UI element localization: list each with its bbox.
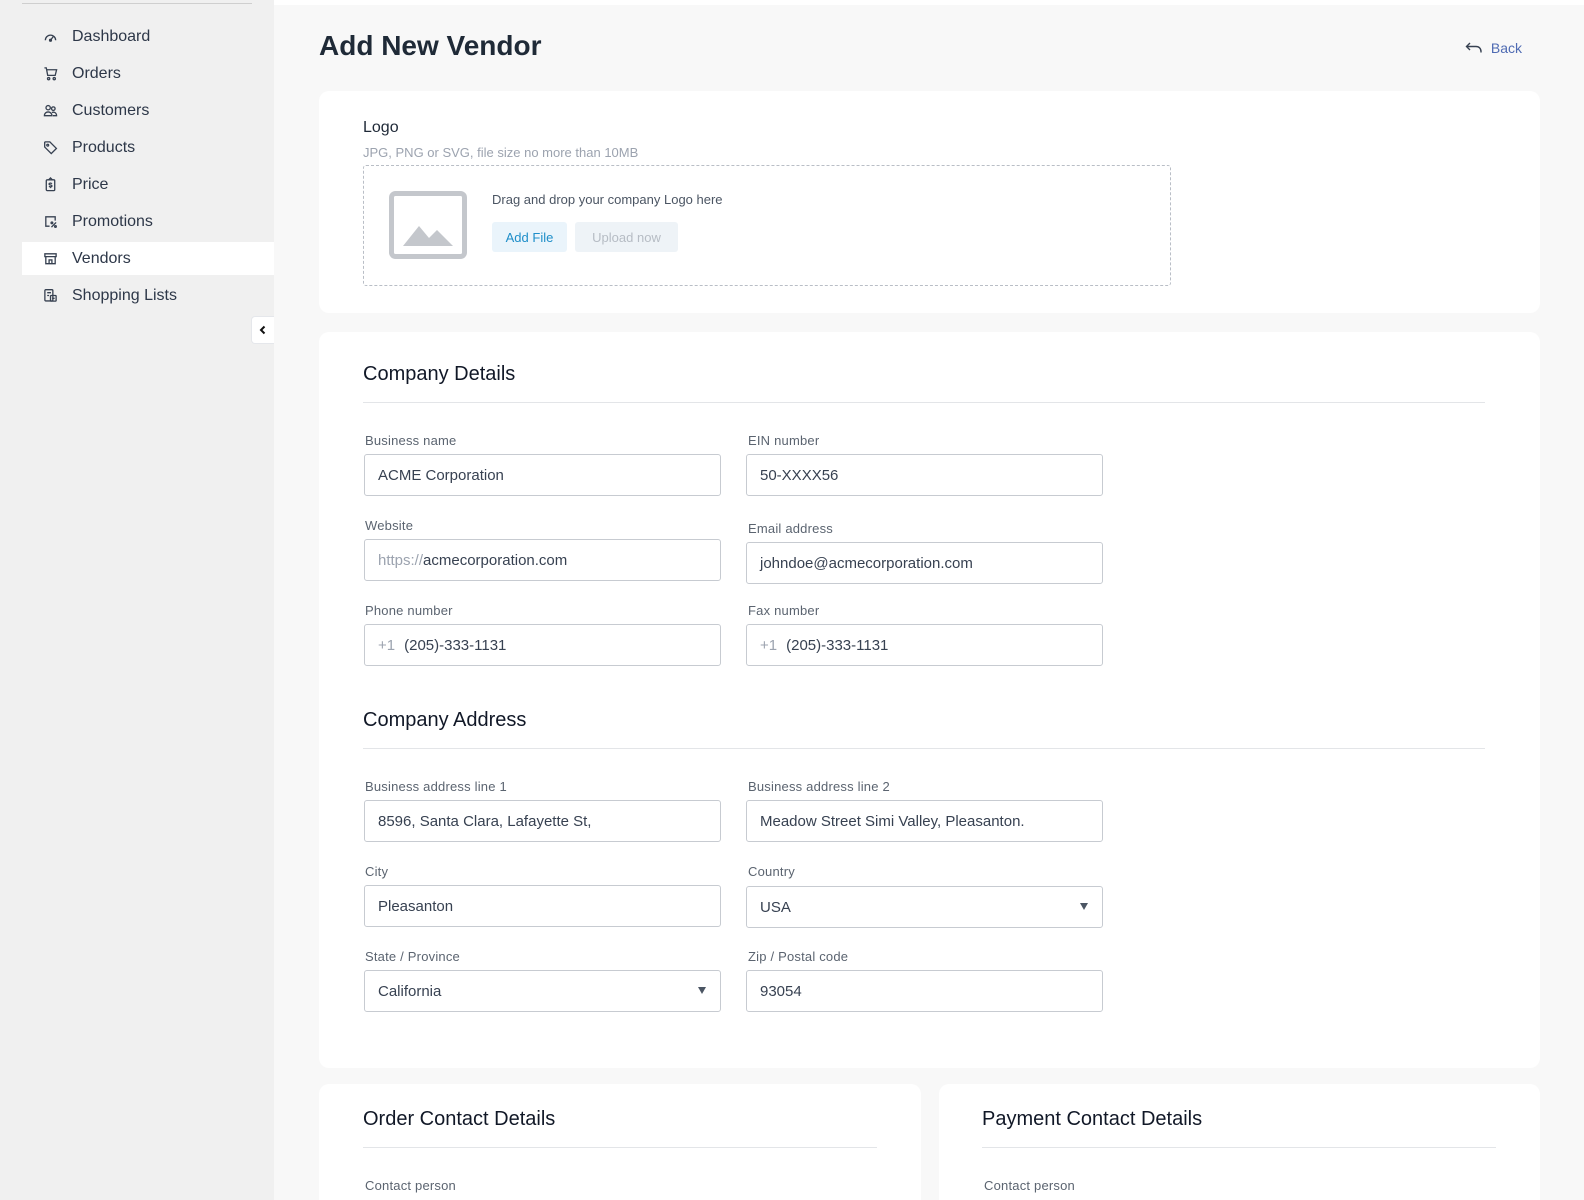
country-code-prefix: +1 — [760, 636, 778, 654]
top-bar — [274, 0, 1584, 5]
fax-input[interactable]: +1 (205)-333-1131 — [746, 624, 1103, 666]
store-icon — [42, 251, 58, 267]
phone-input[interactable]: +1 (205)-333-1131 — [364, 624, 721, 666]
sidebar-item-label: Price — [72, 175, 109, 193]
input-value: acmecorporation.com — [423, 551, 568, 569]
logo-dropzone[interactable]: Drag and drop your company Logo here Add… — [363, 165, 1171, 286]
order-contact-person-label: Contact person — [365, 1178, 456, 1193]
section-divider — [363, 402, 1485, 403]
sidebar-item-label: Orders — [72, 64, 121, 82]
address-line1-label: Business address line 1 — [365, 779, 507, 794]
sidebar-item-customers[interactable]: Customers — [22, 94, 274, 127]
cart-icon — [42, 66, 58, 82]
chevron-left-icon — [259, 325, 266, 335]
sidebar-item-label: Shopping Lists — [72, 286, 177, 304]
sidebar-nav: Dashboard Orders Customers Products Pric… — [22, 20, 274, 316]
sidebar-item-orders[interactable]: Orders — [22, 57, 274, 90]
add-file-button[interactable]: Add File — [492, 222, 567, 252]
website-input[interactable]: https:// acmecorporation.com — [364, 539, 721, 581]
zip-label: Zip / Postal code — [748, 949, 849, 964]
address-line2-input[interactable]: Meadow Street Simi Valley, Pleasanton. — [746, 800, 1103, 842]
section-divider — [982, 1147, 1496, 1148]
logo-title: Logo — [363, 119, 399, 136]
fax-label: Fax number — [748, 603, 820, 618]
state-select[interactable]: California — [364, 970, 721, 1012]
caret-down-icon — [698, 987, 706, 994]
email-input[interactable]: johndoe@acmecorporation.com — [746, 542, 1103, 584]
sidebar-item-label: Promotions — [72, 212, 153, 230]
logo-card: Logo JPG, PNG or SVG, file size no more … — [319, 91, 1540, 313]
sidebar-item-dashboard[interactable]: Dashboard — [22, 20, 274, 53]
tag-icon — [42, 140, 58, 156]
order-contact-title: Order Contact Details — [363, 1108, 556, 1130]
users-icon — [42, 103, 58, 119]
input-value: 8596, Santa Clara, Lafayette St, — [378, 812, 592, 830]
price-tag-icon — [42, 177, 58, 193]
zip-input[interactable]: 93054 — [746, 970, 1103, 1012]
upload-now-button[interactable]: Upload now — [575, 222, 678, 252]
select-value: California — [378, 982, 442, 1000]
input-value: johndoe@acmecorporation.com — [760, 554, 973, 572]
url-prefix: https:// — [378, 551, 424, 569]
country-select[interactable]: USA — [746, 886, 1103, 928]
business-name-label: Business name — [365, 433, 457, 448]
country-code-prefix: +1 — [378, 636, 396, 654]
phone-label: Phone number — [365, 603, 453, 618]
input-value: (205)-333-1131 — [404, 636, 507, 654]
company-details-title: Company Details — [363, 363, 516, 385]
sidebar-collapse-button[interactable] — [251, 316, 274, 344]
order-contact-card: Order Contact Details Contact person — [319, 1084, 921, 1200]
back-arrow-icon — [1465, 42, 1482, 53]
city-input[interactable]: Pleasanton — [364, 885, 721, 927]
email-label: Email address — [748, 521, 833, 536]
input-value: Meadow Street Simi Valley, Pleasanton. — [760, 812, 1025, 830]
back-link-label: Back — [1490, 40, 1522, 56]
sidebar-item-label: Products — [72, 138, 136, 156]
sidebar-item-label: Customers — [72, 101, 150, 119]
company-card: Company Details Business name ACME Corpo… — [319, 332, 1540, 1068]
percent-icon — [42, 214, 58, 230]
country-label: Country — [748, 864, 795, 879]
sidebar: Dashboard Orders Customers Products Pric… — [0, 0, 274, 1200]
payment-contact-person-label: Contact person — [984, 1178, 1075, 1193]
sidebar-item-label: Vendors — [72, 249, 131, 267]
input-value: Pleasanton — [378, 897, 454, 915]
payment-contact-card: Payment Contact Details Contact person — [939, 1084, 1540, 1200]
website-label: Website — [365, 518, 414, 533]
select-value: USA — [760, 898, 791, 916]
address-line1-input[interactable]: 8596, Santa Clara, Lafayette St, — [364, 800, 721, 842]
sidebar-item-products[interactable]: Products — [22, 131, 274, 164]
payment-contact-title: Payment Contact Details — [982, 1108, 1203, 1130]
state-label: State / Province — [365, 949, 460, 964]
sidebar-item-label: Dashboard — [72, 27, 151, 45]
logo-hint: JPG, PNG or SVG, file size no more than … — [363, 145, 639, 160]
company-address-title: Company Address — [363, 709, 527, 731]
caret-down-icon — [1080, 903, 1088, 910]
sidebar-item-price[interactable]: Price — [22, 168, 274, 201]
input-value: 50-XXXX56 — [760, 466, 839, 484]
section-divider — [363, 1147, 877, 1148]
ein-label: EIN number — [748, 433, 820, 448]
sidebar-item-shopping-lists[interactable]: Shopping Lists — [22, 279, 274, 312]
dropzone-instructions: Drag and drop your company Logo here — [492, 192, 723, 207]
image-placeholder-icon — [389, 191, 467, 259]
address-line2-label: Business address line 2 — [748, 779, 890, 794]
ein-input[interactable]: 50-XXXX56 — [746, 454, 1103, 496]
input-value: 93054 — [760, 982, 802, 1000]
input-value: (205)-333-1131 — [786, 636, 889, 654]
section-divider — [363, 748, 1485, 749]
city-label: City — [365, 864, 389, 879]
main-content: Add New Vendor Back Logo JPG, PNG or SVG… — [274, 0, 1584, 1200]
back-link[interactable]: Back — [1465, 40, 1522, 56]
business-name-input[interactable]: ACME Corporation — [364, 454, 721, 496]
sidebar-divider — [22, 3, 252, 4]
sidebar-item-vendors[interactable]: Vendors — [22, 242, 274, 275]
list-icon — [42, 288, 58, 304]
dashboard-gauge-icon — [42, 29, 58, 45]
sidebar-item-promotions[interactable]: Promotions — [22, 205, 274, 238]
page-title: Add New Vendor — [319, 30, 542, 61]
input-value: ACME Corporation — [378, 466, 504, 484]
